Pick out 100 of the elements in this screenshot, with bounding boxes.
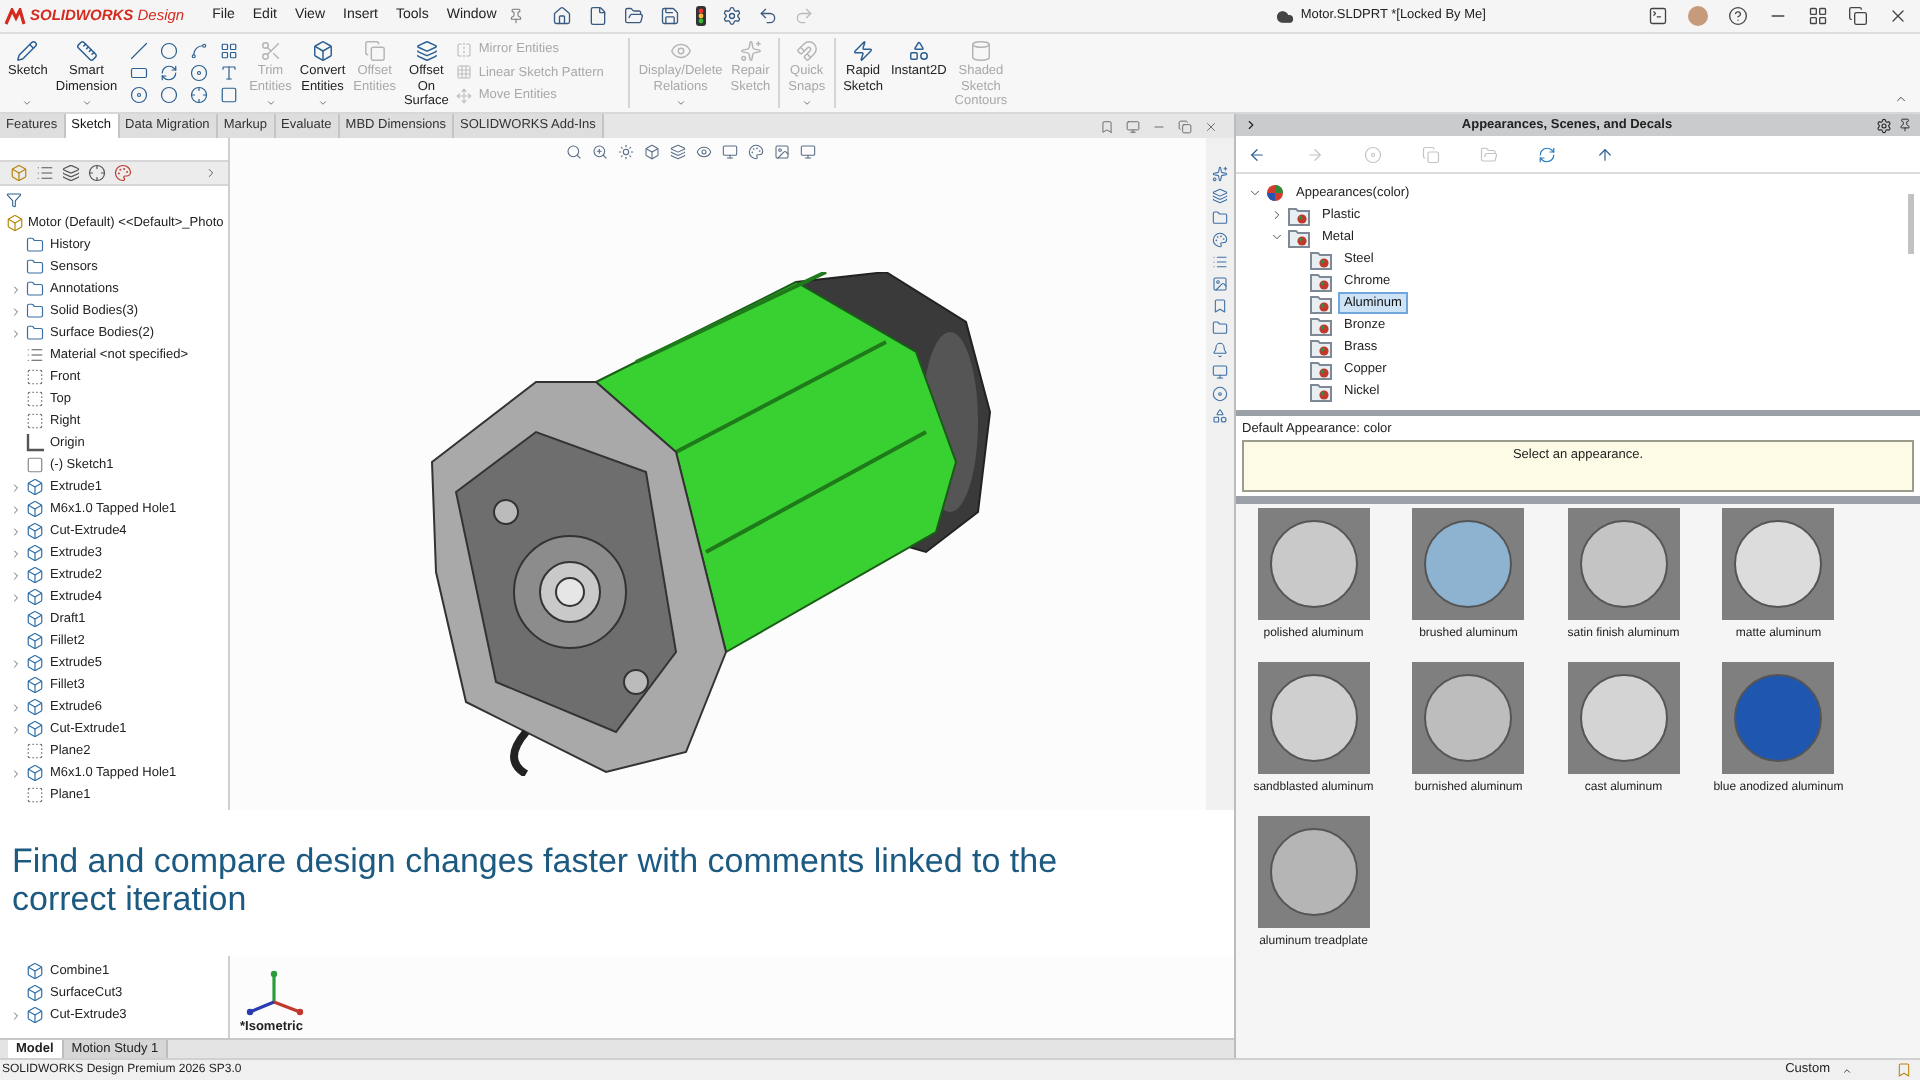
pin-icon[interactable] (508, 8, 525, 24)
feature-icon (26, 1006, 44, 1024)
caret-icon (801, 98, 812, 108)
list-icon[interactable] (1212, 254, 1228, 270)
picture-icon[interactable] (1212, 276, 1228, 292)
avatar[interactable] (1688, 6, 1708, 26)
swatch-preview[interactable] (1567, 661, 1680, 774)
folder-icon[interactable] (1212, 320, 1228, 336)
terminal-icon[interactable] (1648, 6, 1668, 26)
folder-icon[interactable] (1212, 210, 1228, 226)
zoom-icon[interactable] (592, 144, 608, 160)
filter-icon[interactable] (6, 191, 22, 207)
library-icon[interactable] (1212, 188, 1228, 204)
arc-icon[interactable] (159, 64, 178, 82)
point-icon[interactable] (159, 86, 178, 104)
appearance-folder-icon (1310, 315, 1332, 335)
grid-icon[interactable] (219, 42, 238, 60)
shapes-icon[interactable] (1212, 408, 1228, 424)
feature-icon (26, 544, 44, 562)
swatch-preview[interactable] (1412, 661, 1525, 774)
search-icon[interactable] (566, 144, 582, 160)
refresh-icon[interactable] (1538, 145, 1556, 163)
folder-icon (26, 258, 44, 276)
open-folder-icon[interactable] (624, 6, 645, 26)
monitor-icon[interactable] (1212, 364, 1228, 380)
feature-icon (26, 962, 44, 980)
property-icon[interactable] (36, 164, 54, 182)
tile-windows-icon[interactable] (1808, 6, 1828, 26)
color-ball-icon (1266, 184, 1284, 202)
appearance-icon[interactable] (748, 144, 764, 160)
cube-icon[interactable] (644, 144, 660, 160)
crosshair-icon[interactable] (88, 164, 106, 182)
swatch-preview[interactable] (1567, 507, 1680, 620)
ruler-icon (75, 40, 98, 62)
back-icon[interactable] (1248, 145, 1266, 163)
bell-icon[interactable] (1212, 342, 1228, 358)
configuration-icon[interactable] (62, 164, 80, 182)
up-icon[interactable] (1596, 145, 1614, 163)
section-icon[interactable] (670, 144, 686, 160)
eye-icon[interactable] (696, 144, 712, 160)
collapse-ribbon-icon[interactable] (1894, 92, 1908, 106)
new-file-icon[interactable] (588, 6, 609, 26)
appearance-folder-icon (1310, 359, 1332, 379)
help-icon[interactable] (1728, 6, 1748, 26)
notification-icon[interactable] (1896, 1062, 1912, 1078)
more-icon[interactable] (204, 166, 218, 180)
undo-icon[interactable] (758, 6, 779, 26)
swatch-preview[interactable] (1722, 661, 1835, 774)
ellipse-icon[interactable] (189, 64, 208, 82)
appearance-icon[interactable] (114, 164, 132, 182)
appearance-folder-icon (1310, 249, 1332, 269)
swatch-preview[interactable] (1412, 507, 1525, 620)
expand-pane-icon[interactable] (1244, 118, 1258, 132)
swatch-preview[interactable] (1257, 661, 1370, 774)
line-icon[interactable] (129, 42, 148, 60)
caret-icon (265, 98, 276, 108)
lightning-icon (852, 40, 875, 62)
light-icon[interactable] (618, 144, 634, 160)
settings-icon[interactable] (1876, 117, 1892, 133)
monitor-icon[interactable] (800, 144, 816, 160)
origin-icon (26, 434, 44, 452)
close-icon[interactable] (1888, 6, 1908, 26)
display-icon[interactable] (722, 144, 738, 160)
feature-icon (26, 654, 44, 672)
pin-icon[interactable] (1898, 118, 1912, 132)
appearance-icon[interactable] (1212, 232, 1228, 248)
appearance-folder-icon (1310, 271, 1332, 291)
material-icon (26, 346, 44, 364)
close-icon[interactable] (1204, 119, 1218, 133)
eye-icon (669, 40, 692, 62)
appearance-folder-icon (1310, 293, 1332, 313)
spline-icon[interactable] (189, 42, 208, 60)
feature-icon (26, 588, 44, 606)
swatch-preview[interactable] (1257, 815, 1370, 928)
bookmark-icon[interactable] (1212, 298, 1228, 314)
disc-icon[interactable] (1212, 386, 1228, 402)
panel-icon[interactable] (1100, 119, 1114, 133)
feature-icon (26, 500, 44, 518)
resources-icon[interactable] (1212, 166, 1228, 182)
settings-icon[interactable] (722, 6, 743, 26)
caret-icon (317, 98, 328, 108)
folder-icon (26, 324, 44, 342)
text-icon[interactable] (219, 64, 238, 82)
home-icon[interactable] (552, 6, 573, 26)
restore-icon[interactable] (1848, 6, 1868, 26)
plane-icon (26, 786, 44, 804)
mirror-icon (456, 41, 473, 58)
part-icon (6, 214, 24, 232)
scene-icon[interactable] (774, 144, 790, 160)
swatch-preview[interactable] (1257, 507, 1370, 620)
rectangle-icon[interactable] (129, 64, 148, 82)
save-icon[interactable] (660, 6, 681, 26)
window-icon[interactable] (1126, 119, 1140, 133)
square-icon[interactable] (219, 86, 238, 104)
feature-manager-icon[interactable] (10, 164, 28, 182)
swatch-preview[interactable] (1722, 507, 1835, 620)
circle-icon[interactable] (159, 42, 178, 60)
scroll-bar[interactable] (1908, 194, 1914, 254)
caret-icon (81, 98, 92, 108)
traffic-light-icon[interactable] (696, 6, 707, 26)
